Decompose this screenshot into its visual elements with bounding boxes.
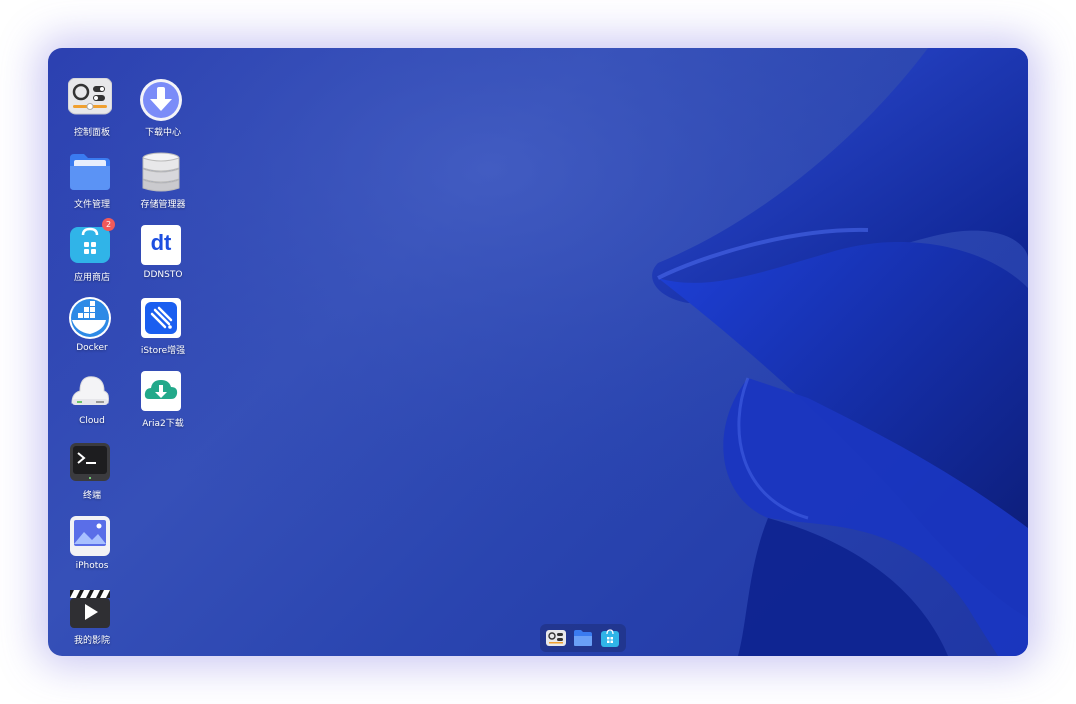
icon-label: iPhotos bbox=[75, 561, 109, 571]
dock-folder-icon[interactable] bbox=[573, 628, 593, 648]
dock-app-store-icon[interactable] bbox=[600, 628, 620, 648]
icon-label: 存储管理器 bbox=[140, 200, 186, 210]
icon-label: 我的影院 bbox=[73, 636, 110, 646]
cloud-icon bbox=[68, 369, 112, 413]
desktop-icon-istore-enhance[interactable]: iStore增强 bbox=[123, 296, 195, 366]
icon-label: 应用商店 bbox=[73, 273, 110, 283]
desktop-icon-docker[interactable]: Docker bbox=[52, 296, 124, 366]
download-icon bbox=[139, 78, 183, 122]
icon-label: 文件管理 bbox=[73, 200, 110, 210]
icon-label: 终端 bbox=[82, 491, 101, 501]
database-icon bbox=[139, 150, 183, 194]
desktop-icon-app-store[interactable]: 2 应用商店 bbox=[52, 218, 124, 293]
dock-control-panel-icon[interactable] bbox=[546, 628, 566, 648]
cinema-icon bbox=[68, 586, 112, 630]
icon-label: Docker bbox=[76, 343, 108, 353]
icon-label: 控制面板 bbox=[73, 128, 110, 138]
notification-badge: 2 bbox=[102, 218, 115, 231]
desktop-icon-storage-manager[interactable]: 存储管理器 bbox=[123, 150, 195, 220]
desktop-icon-file-manager[interactable]: 文件管理 bbox=[52, 150, 124, 220]
terminal-icon bbox=[68, 441, 112, 485]
dock bbox=[540, 624, 626, 652]
desktop-icon-my-cinema[interactable]: 我的影院 bbox=[52, 586, 124, 656]
folder-icon bbox=[68, 150, 112, 194]
desktop-icon-ddnsto[interactable]: dt DDNSTO bbox=[123, 223, 195, 293]
desktop-icon-cloud[interactable]: Cloud bbox=[52, 369, 124, 439]
ddnsto-icon: dt bbox=[139, 223, 183, 267]
icon-label: Aria2下载 bbox=[142, 419, 184, 429]
desktop-icon-control-panel[interactable]: 控制面板 bbox=[52, 77, 124, 148]
desktop-icon-iphotos[interactable]: iPhotos bbox=[52, 514, 124, 584]
desktop-screen: 控制面板 文件管理 2 应用商店 Docker Cloud 终端 iPhotos… bbox=[48, 48, 1028, 656]
docker-icon bbox=[68, 296, 112, 340]
istore-enhance-icon bbox=[139, 296, 183, 340]
icon-label: iStore增强 bbox=[140, 346, 186, 356]
photos-icon bbox=[68, 514, 112, 558]
icon-label: DDNSTO bbox=[143, 270, 183, 280]
ddnsto-glyph: dt bbox=[150, 230, 172, 255]
icon-label: Cloud bbox=[79, 416, 105, 426]
control-panel-icon bbox=[67, 77, 113, 122]
desktop-icon-download-center[interactable]: 下载中心 bbox=[123, 78, 195, 148]
desktop-icon-terminal[interactable]: 终端 bbox=[52, 441, 124, 511]
cloud-download-icon bbox=[139, 369, 183, 413]
desktop-icon-aria2[interactable]: Aria2下载 bbox=[123, 369, 195, 439]
icon-label: 下载中心 bbox=[144, 128, 181, 138]
